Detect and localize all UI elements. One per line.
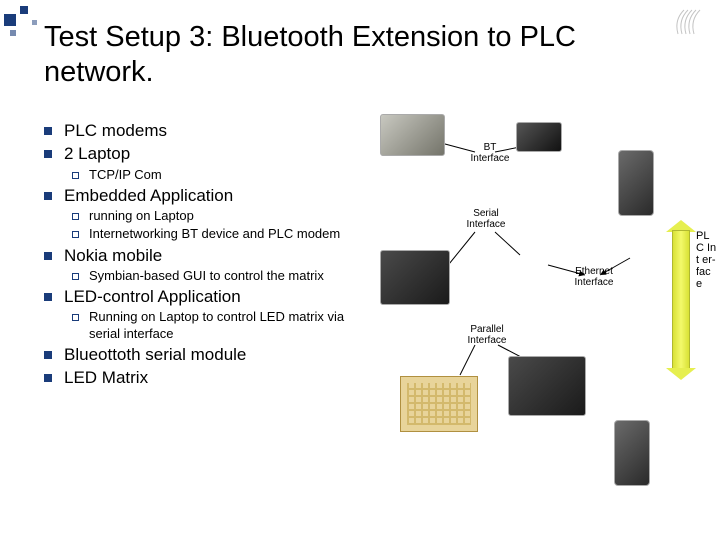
bullet-text: LED Matrix [64, 367, 148, 388]
square-bullet-icon [44, 351, 52, 359]
bt-interface-label: BT Interface [470, 142, 510, 164]
square-bullet-icon [44, 127, 52, 135]
sub-bullet-text: Symbian-based GUI to control the matrix [89, 268, 324, 284]
hollow-square-bullet-icon [72, 172, 79, 179]
slide-title: Test Setup 3: Bluetooth Extension to PLC… [44, 20, 676, 90]
bullet-item: PLC modems [44, 120, 364, 141]
bullet-text: LED-control Application [64, 286, 241, 307]
bullet-item: 2 Laptop [44, 143, 364, 164]
connector-lines [370, 110, 710, 505]
setup-diagram: BT Interface Serial Interface Ethernet I… [370, 110, 710, 505]
hollow-square-bullet-icon [72, 213, 79, 220]
plc-interface-label: PL C Int er-fac e [696, 230, 718, 290]
parallel-interface-label: Parallel Interface [466, 324, 508, 346]
bullet-text: Embedded Application [64, 185, 233, 206]
square-bullet-icon [44, 293, 52, 301]
bullet-item: LED-control Application [44, 286, 364, 307]
sub-bullet-item: Running on Laptop to control LED matrix … [72, 309, 364, 342]
bullet-item: Blueottoth serial module [44, 344, 364, 365]
sub-bullet-item: Symbian-based GUI to control the matrix [72, 268, 364, 284]
bullet-text: PLC modems [64, 120, 167, 141]
bullet-item: Embedded Application [44, 185, 364, 206]
sub-bullet-text: Internetworking BT device and PLC modem [89, 226, 340, 242]
led-matrix-image [400, 376, 478, 432]
sub-bullet-item: Internetworking BT device and PLC modem [72, 226, 364, 242]
logo-icon [674, 6, 708, 36]
square-bullet-icon [44, 150, 52, 158]
square-bullet-icon [44, 192, 52, 200]
bullet-text: Nokia mobile [64, 245, 162, 266]
plc-modem-image-2 [614, 420, 650, 486]
bt-module-image [516, 122, 562, 152]
ethernet-interface-label: Ethernet Interface [570, 266, 618, 288]
hollow-square-bullet-icon [72, 314, 79, 321]
sub-bullet-text: running on Laptop [89, 208, 194, 224]
plc-interface-arrow [666, 220, 696, 380]
plc-modem-image [618, 150, 654, 216]
serial-interface-label: Serial Interface [464, 208, 508, 230]
sub-bullet-text: TCP/IP Com [89, 167, 162, 183]
square-bullet-icon [44, 252, 52, 260]
sub-bullet-text: Running on Laptop to control LED matrix … [89, 309, 364, 342]
bullet-text: Blueottoth serial module [64, 344, 246, 365]
bullet-text: 2 Laptop [64, 143, 130, 164]
square-bullet-icon [44, 374, 52, 382]
laptop-image-1 [380, 250, 450, 305]
hollow-square-bullet-icon [72, 273, 79, 280]
sub-bullet-item: running on Laptop [72, 208, 364, 224]
bullet-list: PLC modems2 Laptop TCP/IP Com Embedded App… [44, 120, 364, 390]
bullet-item: Nokia mobile [44, 245, 364, 266]
sub-bullet-item: TCP/IP Com [72, 167, 364, 183]
laptop-image-2 [508, 356, 586, 416]
hollow-square-bullet-icon [72, 231, 79, 238]
mobile-device-image [380, 114, 445, 156]
bullet-item: LED Matrix [44, 367, 364, 388]
